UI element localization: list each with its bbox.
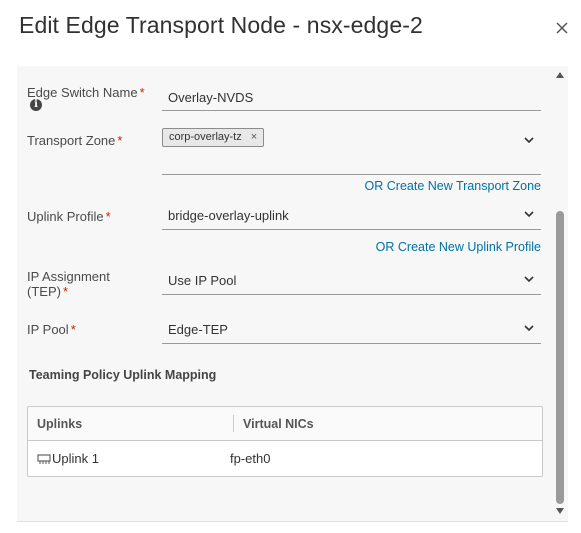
required-marker: *	[117, 133, 123, 148]
chevron-down-icon[interactable]	[523, 273, 535, 285]
scrollbar[interactable]	[553, 68, 567, 520]
chevron-down-icon[interactable]	[523, 322, 535, 334]
uplink-name: Uplink 1	[52, 451, 99, 466]
ip-pool-value: Edge-TEP	[168, 322, 228, 337]
ip-assignment-select[interactable]: Use IP Pool	[162, 267, 541, 295]
column-divider[interactable]	[233, 415, 234, 432]
transport-zone-select[interactable]: corp-overlay-tz ×	[162, 126, 541, 175]
ip-pool-select[interactable]: Edge-TEP	[162, 316, 541, 344]
chip-remove-icon[interactable]: ×	[251, 129, 257, 146]
uplink-profile-select[interactable]: bridge-overlay-uplink	[162, 202, 541, 230]
info-icon[interactable]: i	[30, 99, 42, 111]
edge-switch-name-value: Overlay-NVDS	[168, 90, 254, 105]
transport-zone-label: Transport Zone *	[27, 133, 123, 148]
vnic-select[interactable]: fp-eth0	[230, 451, 270, 466]
transport-zone-chip-label: corp-overlay-tz	[169, 131, 242, 143]
required-marker: *	[62, 284, 69, 299]
ip-pool-label: IP Pool *	[27, 322, 76, 337]
uplink-mapping-grid: Uplinks Virtual NICs Uplink 1 fp-eth0	[27, 406, 543, 477]
grid-header: Uplinks Virtual NICs	[28, 407, 542, 441]
edge-switch-name-label: Edge Switch Name *	[27, 85, 145, 100]
create-uplink-profile-link[interactable]: OR Create New Uplink Profile	[376, 240, 541, 254]
required-marker: *	[105, 209, 111, 224]
dialog-title: Edit Edge Transport Node - nsx-edge-2	[19, 12, 423, 38]
chevron-down-icon[interactable]	[523, 208, 535, 220]
column-header-virtual-nics[interactable]: Virtual NICs	[243, 417, 314, 431]
chevron-down-icon[interactable]	[523, 134, 535, 146]
scroll-thumb[interactable]	[556, 211, 564, 504]
transport-zone-chip: corp-overlay-tz ×	[162, 128, 265, 147]
uplink-profile-value: bridge-overlay-uplink	[168, 208, 289, 223]
table-row[interactable]: Uplink 1 fp-eth0	[28, 441, 542, 476]
form-panel: Edge Switch Name * i Overlay-NVDS Transpo…	[17, 66, 568, 522]
teaming-policy-title: Teaming Policy Uplink Mapping	[29, 368, 217, 382]
ip-assignment-label: IP Assignment (TEP) *	[27, 269, 110, 299]
scroll-up-icon[interactable]	[556, 72, 564, 78]
edge-switch-name-field: Overlay-NVDS	[162, 83, 541, 111]
create-transport-zone-link[interactable]: OR Create New Transport Zone	[365, 179, 541, 193]
scroll-down-icon[interactable]	[556, 508, 564, 514]
ip-assignment-value: Use IP Pool	[168, 273, 237, 288]
close-icon[interactable]	[553, 19, 571, 37]
uplink-cell: Uplink 1	[37, 451, 99, 466]
uplink-profile-label: Uplink Profile *	[27, 209, 111, 224]
required-marker: *	[70, 322, 76, 337]
column-header-uplinks[interactable]: Uplinks	[37, 417, 82, 431]
uplink-icon	[37, 453, 51, 464]
required-marker: *	[139, 85, 145, 100]
